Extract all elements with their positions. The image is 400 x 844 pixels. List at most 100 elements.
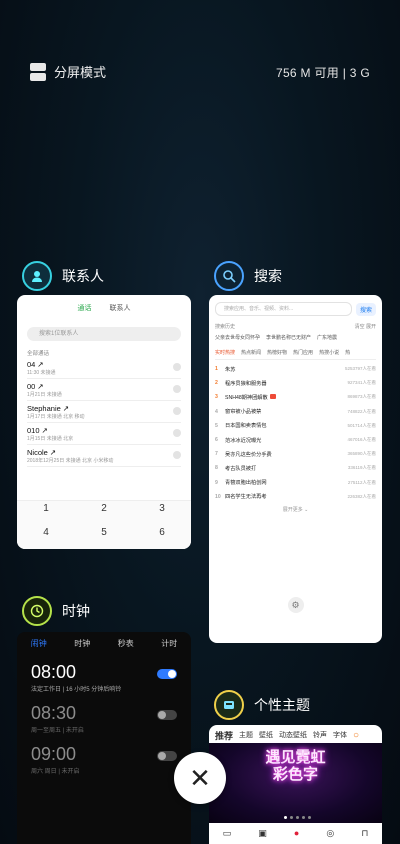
theme-banner[interactable]: 遇见霓虹 彩色字 xyxy=(209,743,382,823)
call-row[interactable]: 010 ↗ 1月15日 未接通 北京 xyxy=(27,423,181,445)
image-icon[interactable]: ▣ xyxy=(258,828,267,839)
search-input[interactable]: 搜索应用、音乐、视频、资料... xyxy=(215,302,352,316)
theme-card[interactable]: 推荐 主题 壁纸 动态壁纸 铃声 字体 ○ 遇见霓虹 彩色字 ▭ ▣ ● ◎ ⊓ xyxy=(209,725,382,844)
hot-heat: 869873人在看 xyxy=(347,394,376,400)
hot-rank: 6 xyxy=(215,437,218,444)
tab-realtime-hot[interactable]: 实时热搜 xyxy=(215,349,235,356)
call-detail: 2018年12月25日 未接通 北京 小米移动 xyxy=(27,458,114,464)
search-card[interactable]: 搜索应用、音乐、视频、资料... 搜索 搜索历史 清空 展开 父亲去世母女同怀孕… xyxy=(209,295,382,643)
alarm-toggle[interactable] xyxy=(157,710,177,720)
hot-rank: 3 xyxy=(215,394,218,401)
history-item[interactable]: 广东地震 xyxy=(317,334,337,341)
hot-item[interactable]: 1 朱苏 5253797人在看 xyxy=(215,362,376,376)
hot-title: 青簪双胞出柏创网 xyxy=(225,480,267,487)
info-icon[interactable] xyxy=(173,363,181,371)
search-icon[interactable]: ○ xyxy=(353,730,359,741)
history-actions[interactable]: 清空 展开 xyxy=(355,323,376,330)
key-6[interactable]: 6 xyxy=(133,525,191,549)
tab-hot-news[interactable]: 热点新闻 xyxy=(241,349,261,356)
split-screen-label: 分屏模式 xyxy=(54,65,107,80)
hot-heat: 336119人在看 xyxy=(347,465,376,471)
banner-line-1: 遇见霓虹 xyxy=(265,749,326,766)
hot-item[interactable]: 8 考古队员被打 336119人在看 xyxy=(215,461,376,475)
hot-item[interactable]: 3 SNH48期神团解散 869873人在看 xyxy=(215,390,376,404)
split-screen-button[interactable]: 分屏模式 xyxy=(30,62,106,81)
key-4[interactable]: 4 xyxy=(17,525,75,549)
call-row[interactable]: Stephanie ↗ 1月17日 未接通 北京 移动 xyxy=(27,401,181,423)
hot-item[interactable]: 10 四名学生无法再考 226382人在看 xyxy=(215,490,376,504)
gear-icon[interactable]: ⚙ xyxy=(287,597,304,613)
search-app-header: 搜索 xyxy=(214,261,282,291)
key-3[interactable]: 3 xyxy=(133,501,191,525)
tab-calls[interactable]: 通话 xyxy=(78,303,92,321)
hot-item[interactable]: 5 日本国和卖表情包 501714人在看 xyxy=(215,419,376,433)
theme-bottom-nav: ▭ ▣ ● ◎ ⊓ xyxy=(209,823,382,843)
tab-fonts[interactable]: 字体 xyxy=(333,730,347,740)
key-1[interactable]: 1 xyxy=(17,501,75,525)
tab-hot-goods[interactable]: 热榜好物 xyxy=(267,349,287,356)
search-button[interactable]: 搜索 xyxy=(355,302,376,316)
alarm-label: 周六 周日 | 未开启 xyxy=(31,769,80,775)
history-item[interactable]: 父亲去世母女同怀孕 xyxy=(215,334,260,341)
history-item[interactable]: 李世鹏名称已无财产 xyxy=(266,334,311,341)
info-icon[interactable] xyxy=(173,407,181,415)
hot-title-text: SNH48期神团解散 xyxy=(225,394,268,401)
alarm-item[interactable]: 08:00 法定工作日 | 16 小时5 分钟后响铃 xyxy=(31,654,177,695)
tab-clock[interactable]: 时钟 xyxy=(74,638,90,654)
contacts-search-input[interactable]: 搜索1位联系人 xyxy=(27,327,181,341)
tab-wallpaper[interactable]: 壁纸 xyxy=(259,730,273,740)
history-header: 搜索历史 清空 展开 xyxy=(215,323,376,330)
dial-keypad: 1 2 3 4 5 6 xyxy=(17,500,191,549)
tab-stopwatch[interactable]: 秒表 xyxy=(118,638,134,654)
hot-list: 1 朱苏 5253797人在看 2 程序员狼和服务器 927341人在看 3 SNH48期… xyxy=(209,362,382,504)
tab-contacts[interactable]: 联系人 xyxy=(110,303,131,321)
tab-live-wallpaper[interactable]: 动态壁纸 xyxy=(279,730,307,740)
alarm-label: 法定工作日 | 16 小时5 分钟后响铃 xyxy=(31,687,122,693)
mickey-icon[interactable]: ● xyxy=(294,828,299,838)
tab-more[interactable]: 热 xyxy=(345,349,350,356)
bag-icon[interactable]: ⊓ xyxy=(361,828,368,839)
clock-app-header: 时钟 xyxy=(22,596,90,626)
hot-title: 程序员狼和服务器 xyxy=(225,380,267,387)
contacts-card[interactable]: 通话 联系人 搜索1位联系人 全部通话 04 ↗ 11:30 未接通 00 ↗ … xyxy=(17,295,191,549)
clock-card[interactable]: 闹钟 时钟 秒表 计时 08:00 法定工作日 | 16 小时5 分钟后响铃 0… xyxy=(17,632,191,844)
tab-timer[interactable]: 计时 xyxy=(161,638,177,654)
tab-ringtone[interactable]: 铃声 xyxy=(313,730,327,740)
alarm-item[interactable]: 08:30 周一至周五 | 未开启 xyxy=(31,695,177,736)
call-detail: 1月15日 未接通 北京 xyxy=(27,436,74,442)
hot-item[interactable]: 4 窗帘被小品被禁 748822人在看 xyxy=(215,405,376,419)
hot-item[interactable]: 6 范冰冰近况曝光 467016人在看 xyxy=(215,433,376,447)
tab-alarm[interactable]: 闹钟 xyxy=(31,638,47,654)
key-5[interactable]: 5 xyxy=(75,525,133,549)
alarm-item[interactable]: 09:00 周六 周日 | 未开启 xyxy=(31,736,177,777)
hot-item[interactable]: 9 青簪双胞出柏创网 275112人在看 xyxy=(215,476,376,490)
hot-item[interactable]: 2 程序员狼和服务器 927341人在看 xyxy=(215,376,376,390)
hot-rank: 9 xyxy=(215,479,218,486)
alarm-toggle[interactable] xyxy=(157,751,177,761)
tab-hot-apps[interactable]: 热门应用 xyxy=(293,349,313,356)
call-row[interactable]: Nicole ↗ 2018年12月25日 未接通 北京 小米移动 xyxy=(27,445,181,467)
call-row[interactable]: 04 ↗ 11:30 未接通 xyxy=(27,357,181,379)
info-icon[interactable] xyxy=(173,429,181,437)
search-tabs: 实时热搜 热点新闻 热榜好物 热门应用 热搜小说 热 xyxy=(215,349,376,360)
hot-rank: 5 xyxy=(215,422,218,429)
compass-icon[interactable]: ◎ xyxy=(326,828,334,839)
tab-recommend[interactable]: 推荐 xyxy=(215,729,233,742)
close-all-button[interactable]: ✕ xyxy=(174,752,226,804)
call-row[interactable]: 00 ↗ 1月21日 未接通 xyxy=(27,379,181,401)
contacts-tabs: 通话 联系人 xyxy=(17,295,191,321)
hot-rank: 8 xyxy=(215,465,218,472)
info-icon[interactable] xyxy=(173,385,181,393)
hot-title: 范冰冰近况曝光 xyxy=(225,437,262,444)
hot-item[interactable]: 7 吴亦凡这些价分手费 365890人在看 xyxy=(215,447,376,461)
key-2[interactable]: 2 xyxy=(75,501,133,525)
tab-themes[interactable]: 主题 xyxy=(239,730,253,740)
alarm-toggle[interactable] xyxy=(157,669,177,679)
expand-more-link[interactable]: 展开更多 ⌄ xyxy=(209,506,382,513)
hot-rank: 4 xyxy=(215,408,218,415)
tv-icon[interactable]: ▭ xyxy=(223,828,232,839)
hot-badge-icon xyxy=(269,393,276,399)
tab-hot-novels[interactable]: 热搜小说 xyxy=(319,349,339,356)
alarm-time: 09:00 xyxy=(31,744,77,764)
info-icon[interactable] xyxy=(173,451,181,459)
